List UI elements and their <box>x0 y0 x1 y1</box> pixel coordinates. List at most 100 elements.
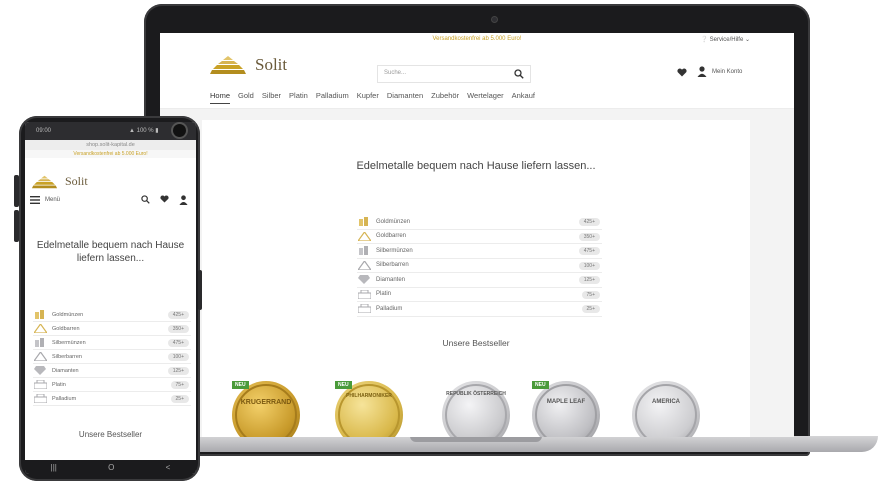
category-row-goldbarren[interactable]: Goldbarren 350+ <box>357 230 602 244</box>
new-badge: NEU <box>532 381 549 389</box>
account-link[interactable]: Mein Konto <box>697 66 742 77</box>
logo[interactable]: Solit <box>31 174 88 189</box>
logo-text: Solit <box>255 55 288 74</box>
category-row-goldmuenzen[interactable]: Goldmünzen 425+ <box>357 215 602 230</box>
home-button[interactable]: O <box>108 463 114 472</box>
shipping-note: Versandkostenfrei ab 5.000 Euro! <box>25 150 196 158</box>
diamond-icon <box>357 275 371 285</box>
nav-item-palladium[interactable]: Palladium <box>316 91 349 104</box>
hero-heading: Edelmetalle bequem nach Hause liefern la… <box>356 160 596 172</box>
category-name: Silbermünzen <box>52 339 86 346</box>
logo[interactable]: Solit <box>210 55 287 75</box>
category-count-badge: 25+ <box>170 395 189 403</box>
menu-button[interactable]: Menü <box>30 196 60 204</box>
search-input[interactable]: Suche... <box>377 65 531 83</box>
nav-item-silber[interactable]: Silber <box>262 91 281 104</box>
category-row-goldmuenzen[interactable]: Goldmünzen 425+ <box>33 308 191 322</box>
product-coin-silver-eagle[interactable]: AMERICA <box>632 381 700 437</box>
service-help-link[interactable]: ❔ Service/Hilfe ⌄ <box>700 36 750 43</box>
battery-level: 100 % <box>136 128 154 134</box>
wishlist-heart-icon[interactable] <box>677 68 687 77</box>
gold-bars-icon <box>33 324 47 334</box>
nav-item-diamanten[interactable]: Diamanten <box>387 91 423 104</box>
category-row-platin[interactable]: Platin 75+ <box>357 288 602 302</box>
gold-coins-icon <box>33 310 47 320</box>
phone-camera <box>173 124 186 137</box>
palladium-bars-icon <box>357 304 371 314</box>
chevron-down-icon: ⌄ <box>744 37 750 43</box>
category-row-silberbarren[interactable]: Silberbarren 100+ <box>33 350 191 364</box>
category-row-silbermuenzen[interactable]: Silbermünzen 475+ <box>357 244 602 259</box>
category-row-silberbarren[interactable]: Silberbarren 100+ <box>357 259 602 273</box>
bestseller-heading: Unsere Bestseller <box>442 338 510 348</box>
category-count-badge: 75+ <box>170 381 189 389</box>
hero-heading: Edelmetalle bequem nach Hause liefern la… <box>36 240 185 264</box>
gold-bars-icon <box>357 231 371 241</box>
back-button[interactable]: < <box>166 463 171 472</box>
category-row-palladium[interactable]: Palladium 25+ <box>33 392 191 406</box>
silver-bars-icon <box>357 260 371 270</box>
category-name: Diamanten <box>52 367 79 374</box>
help-icon: ❔ <box>700 37 708 43</box>
menu-label: Menü <box>45 197 61 203</box>
category-row-silbermuenzen[interactable]: Silbermünzen 475+ <box>33 336 191 350</box>
nav-item-gold[interactable]: Gold <box>238 91 254 104</box>
account-label: Mein Konto <box>712 68 743 75</box>
category-count-badge: 125+ <box>167 367 189 375</box>
wishlist-heart-icon[interactable] <box>160 195 169 203</box>
platinum-bars-icon <box>33 380 47 390</box>
category-name: Diamanten <box>376 276 406 283</box>
nav-item-kupfer[interactable]: Kupfer <box>357 91 379 104</box>
nav-item-wertelager[interactable]: Wertelager <box>467 91 504 104</box>
nav-item-platin[interactable]: Platin <box>289 91 308 104</box>
category-row-platin[interactable]: Platin 75+ <box>33 378 191 392</box>
status-time: 09:00 <box>36 128 52 134</box>
new-badge: NEU <box>232 381 249 389</box>
category-row-goldbarren[interactable]: Goldbarren 350+ <box>33 322 191 336</box>
category-count-badge: 475+ <box>167 339 189 347</box>
category-name: Goldbarren <box>52 325 80 332</box>
category-name: Silberbarren <box>376 262 409 269</box>
category-name: Platin <box>52 381 66 388</box>
category-count-badge: 25+ <box>581 305 600 313</box>
search-icon[interactable] <box>514 69 524 79</box>
silver-coins-icon <box>357 246 371 256</box>
android-nav-bar: ||| O < <box>25 460 196 474</box>
product-coin-philharmoniker[interactable]: PHILHARMONIKER <box>335 381 403 437</box>
category-name: Goldmünzen <box>52 311 84 318</box>
nav-item-ankauf[interactable]: Ankauf <box>512 91 535 104</box>
user-icon[interactable] <box>179 195 188 205</box>
category-name: Palladium <box>52 395 77 402</box>
phone-volume-up-button <box>14 175 19 207</box>
user-icon <box>697 66 707 77</box>
coin-inscription: KRUGERRAND <box>240 399 292 406</box>
category-name: Goldmünzen <box>376 218 411 225</box>
nav-item-zubehoer[interactable]: Zubehör <box>431 91 459 104</box>
phone-header-actions <box>141 195 188 205</box>
category-count-badge: 75+ <box>581 290 600 299</box>
product-coin-maple-leaf[interactable]: MAPLE LEAF <box>532 381 600 437</box>
category-name: Silberbarren <box>52 353 82 360</box>
recent-apps-button[interactable]: ||| <box>51 463 57 472</box>
phone-power-button <box>198 270 202 310</box>
category-row-diamanten[interactable]: Diamanten 125+ <box>357 273 602 288</box>
phone-screen: 09:00 ▲ 100 % ▮ shop.solit-kapital.de Ve… <box>25 122 196 474</box>
product-coin-krugerrand[interactable]: KRUGERRAND <box>232 381 300 437</box>
category-count-badge: 350+ <box>167 325 189 333</box>
coin-inscription: REPUBLIK ÖSTERREICH <box>446 391 506 397</box>
category-count-badge: 100+ <box>578 261 600 270</box>
search-icon[interactable] <box>141 195 150 204</box>
nav-item-home[interactable]: Home <box>210 91 231 104</box>
status-battery: ▲ 100 % ▮ <box>129 128 159 134</box>
palladium-bars-icon <box>33 394 47 404</box>
product-coin-philharmoniker-silber[interactable]: REPUBLIK ÖSTERREICH <box>442 381 510 437</box>
category-name: Goldbarren <box>376 233 407 240</box>
device-mockup: Versandkostenfrei ab 5.000 Euro! ❔ Servi… <box>0 0 883 481</box>
bestseller-heading: Unsere Bestseller <box>78 430 143 439</box>
category-list: Goldmünzen 425+ Goldbarren 350+ Silbermü… <box>33 308 191 406</box>
category-row-diamanten[interactable]: Diamanten 125+ <box>33 364 191 378</box>
silver-coins-icon <box>33 338 47 348</box>
shipping-note: Versandkostenfrei ab 5.000 Euro! <box>432 36 522 42</box>
url-bar[interactable]: shop.solit-kapital.de <box>25 140 196 150</box>
category-row-palladium[interactable]: Palladium 25+ <box>357 302 602 317</box>
